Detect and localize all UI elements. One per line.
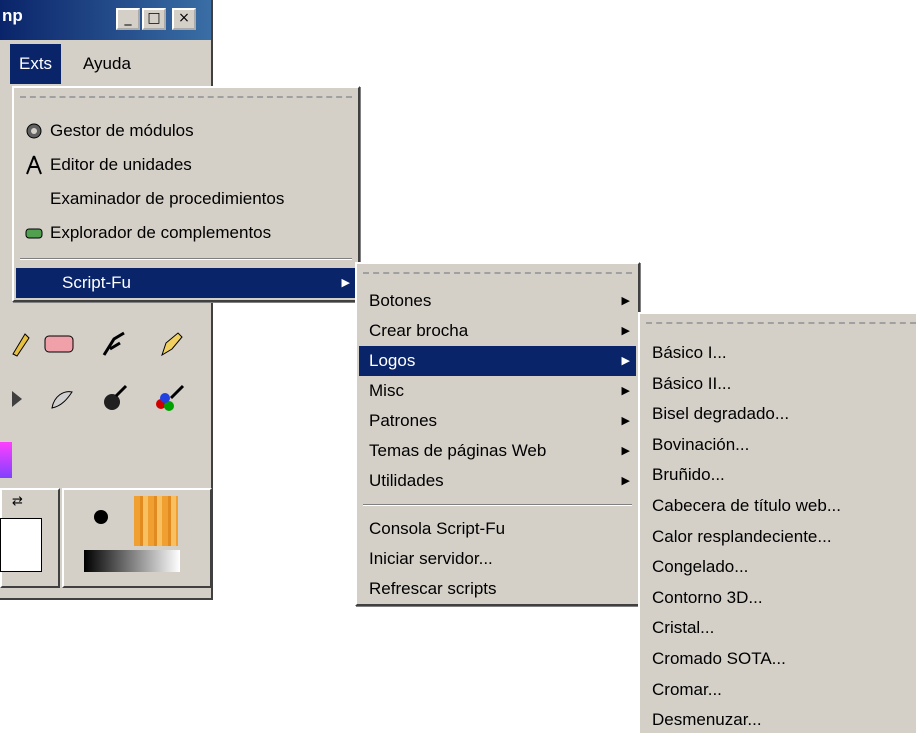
menu-item-logo-12[interactable]: Desmenuzar... [642,705,914,735]
menu-item-logo-8[interactable]: Contorno 3D... [642,583,914,613]
ink-tool-icon[interactable] [154,327,188,361]
submenu-arrow-icon: ▶ [621,444,630,457]
submenu-arrow-icon: ▶ [621,384,630,397]
submenu-arrow-icon: ▶ [621,414,630,427]
menu-item-label: Básico I... [652,343,727,362]
brush-preview[interactable] [94,510,108,524]
menu-item-logo-2[interactable]: Bisel degradado... [642,399,914,429]
menu-item-consola-script-fu[interactable]: Consola Script-Fu [359,514,636,544]
menu-item-logos[interactable]: Logos ▶ [359,346,636,376]
eraser-tool-icon[interactable] [42,327,76,361]
menu-ayuda[interactable]: Ayuda [74,44,140,84]
dodge-burn-tool-icon[interactable] [98,382,132,416]
menu-item-label: Bruñido... [652,465,725,485]
background-color-swatch[interactable] [0,518,42,572]
menu-item-label: Calor resplandeciente... [652,526,832,546]
close-button[interactable]: × [172,8,196,30]
menu-item-label: Desmenuzar... [652,710,762,730]
airbrush-tool-icon[interactable] [98,327,132,361]
menu-item-botones[interactable]: Botones ▶ [359,286,636,316]
menu-item-logo-9[interactable]: Cristal... [642,613,914,643]
menu-item-logo-0[interactable]: Básico I... [642,338,914,368]
submenu-arrow-icon: ▶ [341,276,350,289]
submenu-arrow-icon: ▶ [621,354,630,367]
menu-item-gestor-modulos[interactable]: Gestor de módulos [14,116,358,146]
menu-item-script-fu[interactable]: Script-Fu ▶ [16,268,356,298]
brush-pattern-gradient-area[interactable] [62,488,212,588]
color-picker-tool-icon[interactable] [152,382,186,416]
menu-item-patrones[interactable]: Patrones ▶ [359,406,636,436]
plugin-icon [25,228,43,239]
fg-bg-color-area[interactable]: ⇄ [0,488,60,588]
submenu-arrow-icon: ▶ [621,324,630,337]
menu-item-utilidades[interactable]: Utilidades ▶ [359,466,636,496]
script-fu-menu: Botones ▶ Crear brocha ▶ Logos ▶ Misc ▶ Patr… [355,262,640,606]
tearoff-line[interactable] [646,322,916,324]
menu-item-logo-3[interactable]: Bovinación... [642,430,914,460]
menu-item-logo-4[interactable]: Bruñido... [642,460,914,490]
menu-item-label: Bisel degradado... [652,404,790,424]
menu-bar: Exts Ayuda [0,44,205,86]
menu-item-logo-5[interactable]: Cabecera de título web... [642,491,914,521]
menu-item-logo-7[interactable]: Congelado... [642,552,914,582]
pattern-preview[interactable] [134,496,178,546]
menu-item-label: Bovinación... [652,434,750,454]
tearoff-line[interactable] [363,272,632,274]
menu-item-label: Cabecera de título web... [652,496,842,515]
menu-item-label: Básico II... [652,373,732,393]
window-title: np [2,6,23,25]
menu-item-logo-1[interactable]: Básico II... [642,369,914,399]
menu-item-label: Cromar... [652,679,722,699]
menu-item-label: Contorno 3D... [652,587,763,607]
menu-item-label: Cromado SOTA... [652,649,786,668]
exts-menu: Gestor de módulos Editor de unidades Exa… [12,86,360,302]
menu-item-label: Cristal... [652,618,715,638]
minimize-button[interactable]: _ [116,8,140,30]
menu-item-crear-brocha[interactable]: Crear brocha ▶ [359,316,636,346]
menu-exts[interactable]: Exts [10,44,62,84]
smudge-tool-icon[interactable] [44,382,78,416]
maximize-button[interactable]: □ [142,8,166,30]
menu-item-logo-6[interactable]: Calor resplandeciente... [642,522,914,552]
menu-item-iniciar-servidor[interactable]: Iniciar servidor... [359,544,636,574]
menu-item-misc[interactable]: Misc ▶ [359,376,636,406]
clone-tool-icon[interactable] [0,382,34,416]
title-bar[interactable]: np _ □ × [0,0,211,40]
menu-item-examinador-procedimientos[interactable]: Examinador de procedimientos [14,184,358,214]
gradient-swatch[interactable] [0,442,12,478]
menu-item-editor-unidades[interactable]: Editor de unidades [14,150,358,180]
menu-item-logo-11[interactable]: Cromar... [642,675,914,705]
menu-item-label: Congelado... [652,557,749,577]
submenu-arrow-icon: ▶ [621,474,630,487]
menu-item-temas-paginas-web[interactable]: Temas de páginas Web ▶ [359,436,636,466]
menu-item-explorador-complementos[interactable]: Explorador de complementos [14,218,358,248]
gear-icon [26,123,42,139]
tearoff-line[interactable] [20,96,352,98]
submenu-arrow-icon: ▶ [621,294,630,307]
menu-separator [20,258,352,260]
menu-item-logo-10[interactable]: Cromado SOTA... [642,644,914,674]
paintbrush-tool-icon[interactable] [4,329,38,363]
menu-item-refrescar-scripts[interactable]: Refrescar scripts [359,574,636,604]
swap-colors-icon[interactable]: ⇄ [12,494,23,509]
logos-menu: Básico I... Básico II... Bisel degradado..… [638,312,916,733]
gradient-preview[interactable] [84,550,180,572]
compass-icon [26,155,42,175]
menu-separator [363,504,632,506]
